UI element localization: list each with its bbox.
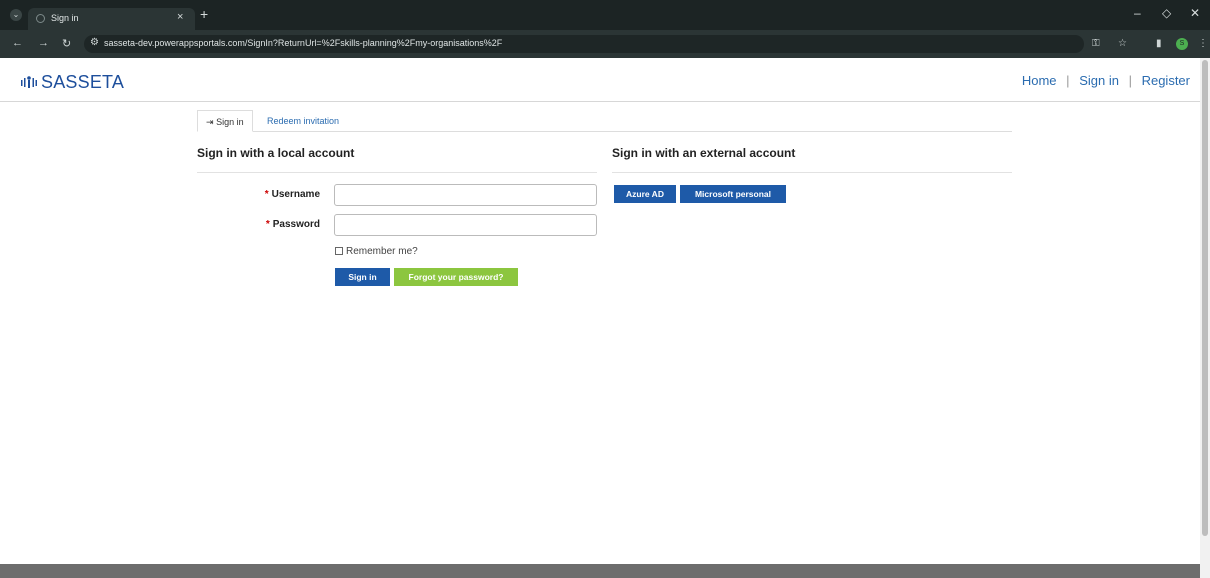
required-marker: * xyxy=(265,219,270,230)
restore-icon[interactable]: ◇ xyxy=(1162,6,1171,20)
page-footer xyxy=(0,564,1200,578)
local-account-title: Sign in with a local account xyxy=(197,146,355,160)
external-account-title: Sign in with an external account xyxy=(612,146,796,160)
username-input[interactable] xyxy=(334,184,597,206)
browser-toolbar: ← → ↻ ⚙ sasseta-dev.powerappsportals.com… xyxy=(0,30,1210,58)
password-input[interactable] xyxy=(334,214,597,236)
remember-me-label: Remember me? xyxy=(346,246,418,257)
signin-tabs: ⇥ Sign in Redeem invitation xyxy=(197,110,1012,132)
nav-signin-link[interactable]: Sign in xyxy=(1079,73,1119,88)
site-header: SASSETA Home | Sign in | Register xyxy=(0,58,1200,102)
minimize-icon[interactable]: – xyxy=(1134,6,1141,20)
nav-register-link[interactable]: Register xyxy=(1142,73,1190,88)
key-icon[interactable]: ⚿ xyxy=(1092,38,1100,49)
divider xyxy=(612,172,1012,173)
remember-me-checkbox[interactable] xyxy=(335,247,343,255)
nav-home-link[interactable]: Home xyxy=(1022,73,1057,88)
star-icon[interactable]: ☆ xyxy=(1118,38,1127,49)
back-icon[interactable]: ← xyxy=(12,37,23,49)
required-marker: * xyxy=(264,189,269,200)
forward-icon[interactable]: → xyxy=(38,37,49,49)
brand-name[interactable]: SASSETA xyxy=(41,72,124,93)
tab-redeem-invitation[interactable]: Redeem invitation xyxy=(259,110,347,132)
nav-separator: | xyxy=(1128,73,1132,88)
site-settings-icon[interactable]: ⚙ xyxy=(90,37,99,48)
reload-icon[interactable]: ↻ xyxy=(62,37,71,50)
favicon-icon xyxy=(36,14,45,23)
logo-icon[interactable] xyxy=(20,75,38,89)
browser-tab[interactable]: Sign in × xyxy=(28,8,195,30)
azure-ad-button[interactable]: Azure AD xyxy=(614,185,676,203)
scroll-thumb[interactable] xyxy=(1202,60,1208,536)
sign-in-icon: ⇥ xyxy=(206,117,214,127)
tab-title: Sign in xyxy=(51,13,79,23)
profile-avatar[interactable]: S xyxy=(1176,38,1188,50)
password-label: * Password xyxy=(265,219,320,230)
nav-separator: | xyxy=(1066,73,1070,88)
close-window-icon[interactable]: ✕ xyxy=(1190,6,1200,20)
remember-me: Remember me? xyxy=(335,246,418,257)
microsoft-personal-button[interactable]: Microsoft personal xyxy=(680,185,786,203)
close-tab-icon[interactable]: × xyxy=(177,11,183,23)
tab-sign-in[interactable]: ⇥ Sign in xyxy=(197,110,253,132)
tab-strip: ⌄ Sign in × + – ◇ ✕ xyxy=(0,0,1210,30)
username-label: * Username xyxy=(264,189,320,200)
new-tab-icon[interactable]: + xyxy=(200,6,208,22)
divider xyxy=(197,172,597,173)
url-text: sasseta-dev.powerappsportals.com/SignIn?… xyxy=(104,38,503,48)
tab-sign-in-label: Sign in xyxy=(216,117,244,127)
address-bar[interactable]: ⚙ sasseta-dev.powerappsportals.com/SignI… xyxy=(84,35,1084,53)
more-icon[interactable]: ⋮ xyxy=(1198,38,1208,49)
sign-in-button[interactable]: Sign in xyxy=(335,268,390,286)
top-nav: Home | Sign in | Register xyxy=(1022,73,1190,88)
page-scrollbar[interactable] xyxy=(1200,58,1210,578)
tab-menu-icon[interactable]: ⌄ xyxy=(10,9,22,21)
sidepanel-icon[interactable]: ▮ xyxy=(1156,38,1162,49)
forgot-password-button[interactable]: Forgot your password? xyxy=(394,268,518,286)
